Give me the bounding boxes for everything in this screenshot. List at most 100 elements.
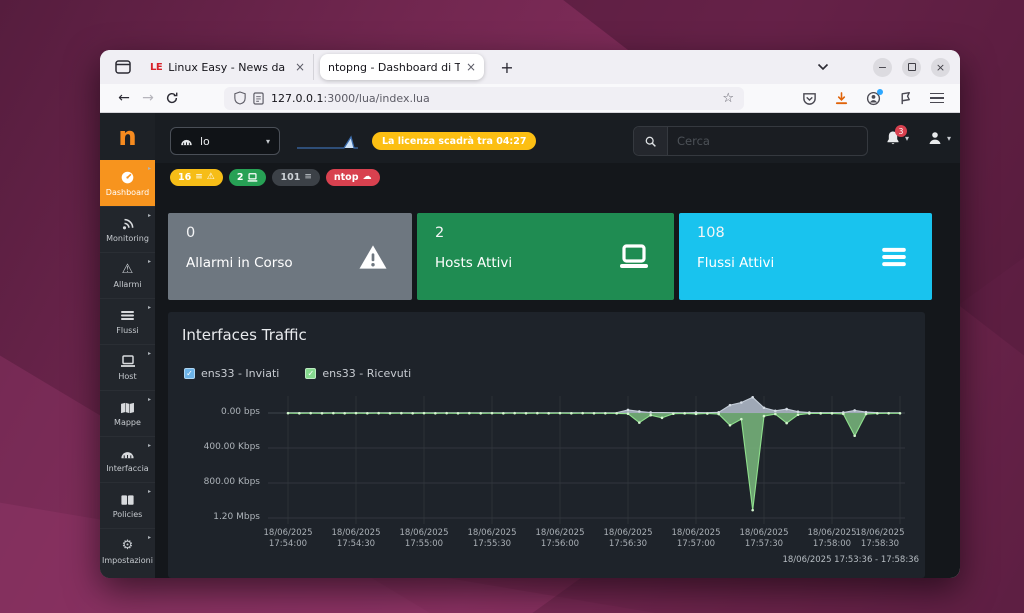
tab-close-icon[interactable]: × — [466, 61, 476, 73]
url-path: :3000/lua/index.lua — [323, 92, 429, 105]
sidebar-item-mappe[interactable]: Mappe ▸ — [100, 390, 155, 436]
warning-icon — [358, 243, 388, 270]
downloads-button[interactable] — [834, 91, 849, 106]
shield-icon — [234, 91, 246, 105]
sidebar-item-label: Monitoring — [106, 234, 149, 243]
card-hosts-attivi[interactable]: 2 Hosts Attivi — [417, 213, 674, 300]
account-button[interactable] — [866, 91, 881, 106]
extensions-button[interactable] — [898, 91, 913, 106]
y-tick-label: 1.20 Mbps — [213, 512, 260, 522]
sidebar-item-impostazioni[interactable]: ⚙ Impostazioni ▸ — [100, 528, 155, 574]
map-icon — [120, 400, 135, 415]
legend-label: ens33 - Inviati — [201, 367, 279, 380]
forward-button[interactable]: → — [136, 90, 160, 106]
search-box[interactable] — [633, 126, 868, 156]
card-label: Hosts Attivi — [435, 255, 512, 271]
sidebar-item-interfaccia[interactable]: Interfaccia ▸ — [100, 436, 155, 482]
main-area: lo ▾ La licenza scadrà tra 04:27 3 ▾ — [155, 113, 960, 578]
x-tick-label: 18/06/202517:57:00 — [661, 528, 731, 551]
sidebar-item-label: Allarmi — [114, 280, 142, 289]
traffic-sparkline — [296, 135, 360, 151]
flows-count-badge[interactable]: 101 ≡ — [272, 169, 319, 186]
x-tick-label: 18/06/202517:55:30 — [457, 528, 527, 551]
menu-icon: ≡ — [304, 173, 312, 182]
sidebar-item-flussi[interactable]: Flussi ▸ — [100, 298, 155, 344]
tab-ntopng[interactable]: ntopng - Dashboard di Traffic × — [320, 54, 484, 80]
checkbox-icon[interactable]: ✓ — [184, 368, 195, 379]
sidebar-item-allarmi[interactable]: ⚠ Allarmi ▸ — [100, 252, 155, 298]
tab-list-button[interactable] — [817, 63, 829, 71]
tab-linux-easy[interactable]: LE Linux Easy - News da Mon × — [142, 54, 314, 80]
download-icon — [834, 91, 849, 106]
interface-select[interactable]: lo ▾ — [170, 127, 280, 155]
card-value: 108 — [697, 225, 725, 241]
caret-down-icon: ▾ — [947, 134, 951, 143]
ntopng-logo: n — [100, 113, 155, 160]
badge-value: 2 — [237, 172, 244, 183]
card-value: 0 — [186, 225, 195, 241]
sidebar-item-label: Host — [118, 372, 136, 381]
reload-button[interactable] — [160, 91, 184, 105]
toolbar-right-icons — [802, 91, 948, 106]
page-icon — [253, 92, 264, 105]
user-menu[interactable]: ▾ — [927, 130, 951, 146]
checkbox-icon[interactable]: ✓ — [305, 368, 316, 379]
caret-down-icon: ▾ — [266, 137, 270, 146]
tab-close-icon[interactable]: × — [295, 61, 305, 73]
sidebar-item-label: Interfaccia — [106, 464, 148, 473]
sidebar-item-label: Dashboard — [106, 188, 149, 197]
extensions-icon — [898, 91, 913, 106]
flows-icon — [120, 308, 135, 323]
legend-label: ens33 - Ricevuti — [322, 367, 411, 380]
x-tick-label: 18/06/202517:58:30 — [845, 528, 915, 551]
flows-icon — [880, 247, 908, 267]
sidebar-item-label: Impostazioni — [102, 556, 153, 565]
sidebar-item-host[interactable]: Host ▸ — [100, 344, 155, 390]
sidebar-item-label: Mappe — [114, 418, 141, 427]
y-tick-label: 400.00 Kbps — [204, 442, 260, 452]
warning-icon: ⚠ — [122, 262, 134, 277]
badge-value: ntop — [334, 172, 359, 183]
card-flussi-attivi[interactable]: 108 Flussi Attivi — [679, 213, 932, 300]
traffic-chart[interactable] — [268, 396, 905, 524]
laptop-icon — [618, 244, 650, 270]
back-button[interactable]: ← — [112, 90, 136, 106]
firefox-view-button[interactable] — [110, 54, 136, 80]
legend-item-inviati[interactable]: ✓ ens33 - Inviati — [184, 367, 279, 380]
sidebar: n Dashboard ▸ Monitoring ▸ ⚠ Allarmi ▸ F… — [100, 113, 155, 578]
search-input[interactable] — [668, 127, 867, 155]
chart-legend: ✓ ens33 - Inviati ✓ ens33 - Ricevuti — [184, 367, 411, 380]
notifications-menu[interactable]: 3 ▾ — [885, 130, 909, 146]
caret-right-icon: ▸ — [148, 212, 151, 219]
warning-icon: ⚠ — [207, 173, 215, 182]
new-tab-button[interactable]: + — [496, 58, 518, 77]
menu-button[interactable] — [930, 93, 944, 104]
url-text[interactable]: 127.0.0.1:3000/lua/index.lua — [271, 92, 430, 105]
legend-item-ricevuti[interactable]: ✓ ens33 - Ricevuti — [305, 367, 411, 380]
gear-icon: ⚙ — [122, 538, 134, 553]
sidebar-item-policies[interactable]: Policies ▸ — [100, 482, 155, 528]
badge-value: 101 — [280, 172, 300, 183]
interface-dome-icon — [120, 446, 135, 461]
bookmark-star-icon[interactable]: ☆ — [722, 91, 734, 106]
url-bar[interactable]: 127.0.0.1:3000/lua/index.lua ☆ — [224, 87, 744, 110]
alerts-count-badge[interactable]: 16 ≡ ⚠ — [170, 169, 223, 186]
x-axis-labels: 18/06/202517:54:0018/06/202517:54:3018/0… — [268, 528, 905, 554]
book-icon — [120, 492, 135, 507]
badge-value: 16 — [178, 172, 191, 183]
sidebar-item-dashboard[interactable]: Dashboard ▸ — [100, 160, 155, 206]
tab-bar: LE Linux Easy - News da Mon × ntopng - D… — [100, 50, 960, 84]
y-tick-label: 800.00 Kbps — [204, 477, 260, 487]
ntop-cloud-badge[interactable]: ntop ☁ — [326, 169, 380, 186]
account-notification-dot — [877, 89, 883, 95]
card-allarmi-in-corso[interactable]: 0 Allarmi in Corso — [168, 213, 412, 300]
pocket-button[interactable] — [802, 91, 817, 106]
maximize-button[interactable] — [902, 58, 921, 77]
sidebar-item-monitoring[interactable]: Monitoring ▸ — [100, 206, 155, 252]
minimize-button[interactable]: − — [873, 58, 892, 77]
hosts-count-badge[interactable]: 2 — [229, 169, 267, 186]
x-tick-label: 18/06/202517:56:00 — [525, 528, 595, 551]
x-tick-label: 18/06/202517:57:30 — [729, 528, 799, 551]
close-button[interactable]: × — [931, 58, 950, 77]
caret-right-icon: ▸ — [148, 534, 151, 541]
